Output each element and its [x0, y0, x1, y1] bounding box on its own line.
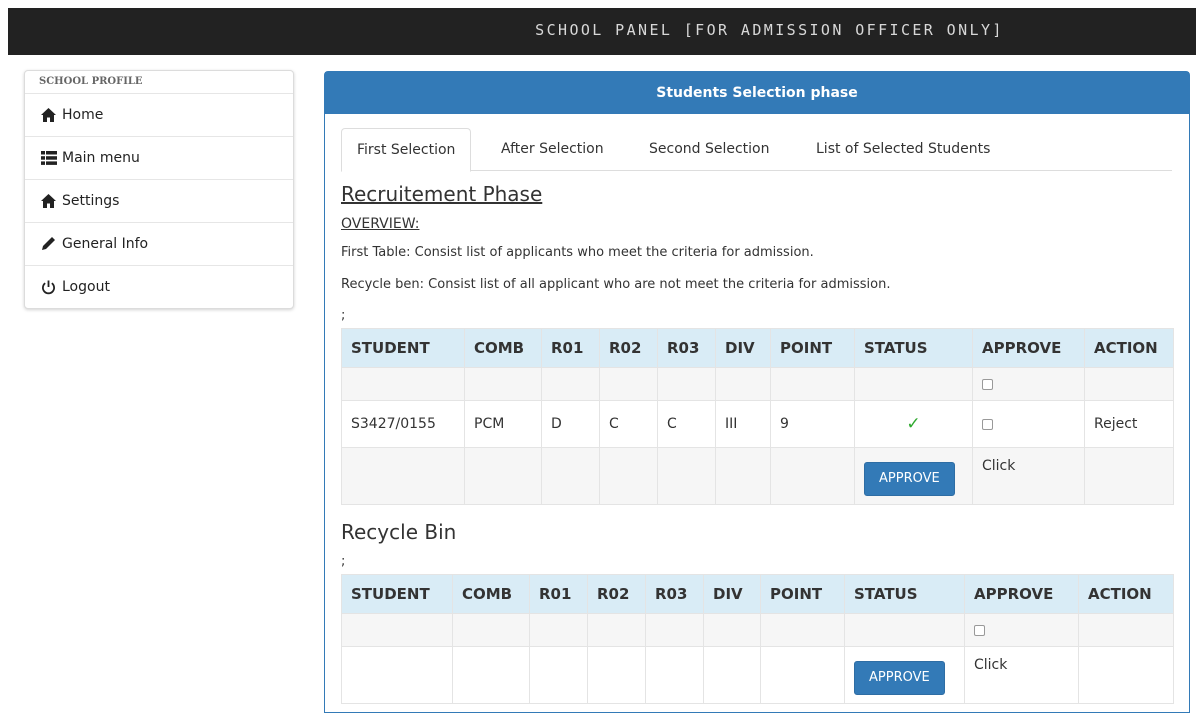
col-r02: R02: [599, 328, 658, 368]
click-label: Click: [972, 447, 1085, 505]
col-r01: R01: [529, 574, 588, 614]
tab-bar: First Selection After Selection Second S…: [341, 128, 1172, 172]
cell-point: 9: [770, 400, 855, 448]
col-r03: R03: [657, 328, 716, 368]
sidebar-item-settings[interactable]: Settings: [25, 180, 293, 223]
col-action: ACTION: [1084, 328, 1174, 368]
col-r03: R03: [645, 574, 704, 614]
sidebar-item-logout[interactable]: Logout: [25, 266, 293, 308]
panel-title: SCHOOL PANEL [FOR ADMISSION OFFICER ONLY…: [535, 21, 1004, 39]
col-point: POINT: [760, 574, 845, 614]
home-icon: [41, 193, 59, 209]
home-icon: [41, 107, 59, 123]
col-status: STATUS: [854, 328, 973, 368]
power-icon: [41, 279, 59, 295]
sidebar-item-label: Settings: [62, 193, 120, 209]
tab-after-selection[interactable]: After Selection: [486, 128, 619, 170]
separator-text: ;: [341, 308, 346, 323]
table-row: APPROVE Click: [341, 646, 1174, 704]
sidebar-heading: SCHOOL PROFILE: [25, 71, 293, 94]
sidebar: SCHOOL PROFILE Home Main menu Settings G…: [24, 70, 294, 309]
col-student: STUDENT: [341, 574, 453, 614]
approve-button[interactable]: APPROVE: [854, 661, 945, 695]
col-approve: APPROVE: [964, 574, 1079, 614]
selection-panel: Students Selection phase First Selection…: [324, 71, 1190, 713]
cell-comb: PCM: [464, 400, 542, 448]
cell-status: ✓: [854, 400, 973, 448]
table-header-row: STUDENT COMB R01 R02 R03 DIV POINT STATU…: [341, 574, 1174, 614]
col-action: ACTION: [1078, 574, 1174, 614]
sidebar-item-main-menu[interactable]: Main menu: [25, 137, 293, 180]
cell-div: III: [715, 400, 771, 448]
reject-link[interactable]: Reject: [1084, 400, 1174, 448]
table-row: S3427/0155 PCM D C C III 9 ✓ Reject: [341, 400, 1174, 448]
approve-button[interactable]: APPROVE: [864, 462, 955, 496]
click-label: Click: [964, 646, 1079, 704]
tab-second-selection[interactable]: Second Selection: [634, 128, 785, 170]
overview-text-recycle: Recycle ben: Consist list of all applica…: [341, 277, 891, 292]
cell-student: S3427/0155: [341, 400, 465, 448]
col-approve: APPROVE: [972, 328, 1085, 368]
sidebar-item-label: Logout: [62, 279, 110, 295]
panel-heading: Students Selection phase: [325, 72, 1189, 114]
col-point: POINT: [770, 328, 855, 368]
first-selection-table: STUDENT COMB R01 R02 R03 DIV POINT STATU…: [341, 328, 1174, 505]
col-div: DIV: [703, 574, 761, 614]
col-student: STUDENT: [341, 328, 465, 368]
approve-checkbox[interactable]: [974, 624, 985, 636]
overview-text-first: First Table: Consist list of applicants …: [341, 245, 814, 260]
col-r01: R01: [541, 328, 600, 368]
recycle-bin-heading: Recycle Bin: [341, 520, 457, 544]
table-row: APPROVE Click: [341, 447, 1174, 505]
table-header-row: STUDENT COMB R01 R02 R03 DIV POINT STATU…: [341, 328, 1174, 368]
sidebar-item-label: General Info: [62, 236, 149, 252]
col-r02: R02: [587, 574, 646, 614]
separator-text: ;: [341, 554, 346, 569]
recycle-bin-table: STUDENT COMB R01 R02 R03 DIV POINT STATU…: [341, 574, 1174, 704]
sidebar-item-label: Main menu: [62, 150, 140, 166]
col-div: DIV: [715, 328, 771, 368]
checkmark-icon: ✓: [906, 414, 921, 434]
list-icon: [41, 150, 59, 166]
approve-checkbox[interactable]: [982, 418, 993, 430]
approve-checkbox[interactable]: [982, 378, 993, 390]
table-row: [341, 613, 1174, 647]
section-heading: Recruitement Phase: [341, 182, 543, 206]
top-navbar: SCHOOL PANEL [FOR ADMISSION OFFICER ONLY…: [8, 8, 1196, 55]
pencil-icon: [41, 236, 59, 252]
col-status: STATUS: [844, 574, 965, 614]
tab-selected-students[interactable]: List of Selected Students: [801, 128, 1005, 170]
cell-r03: C: [657, 400, 716, 448]
tab-first-selection[interactable]: First Selection: [341, 128, 472, 172]
sidebar-item-home[interactable]: Home: [25, 94, 293, 137]
cell-approve: [972, 400, 1085, 448]
col-comb: COMB: [464, 328, 542, 368]
sidebar-item-general-info[interactable]: General Info: [25, 223, 293, 266]
sidebar-item-label: Home: [62, 107, 104, 123]
table-row: [341, 367, 1174, 401]
cell-r01: D: [541, 400, 600, 448]
overview-label: OVERVIEW:: [341, 216, 420, 232]
cell-r02: C: [599, 400, 658, 448]
col-comb: COMB: [452, 574, 530, 614]
